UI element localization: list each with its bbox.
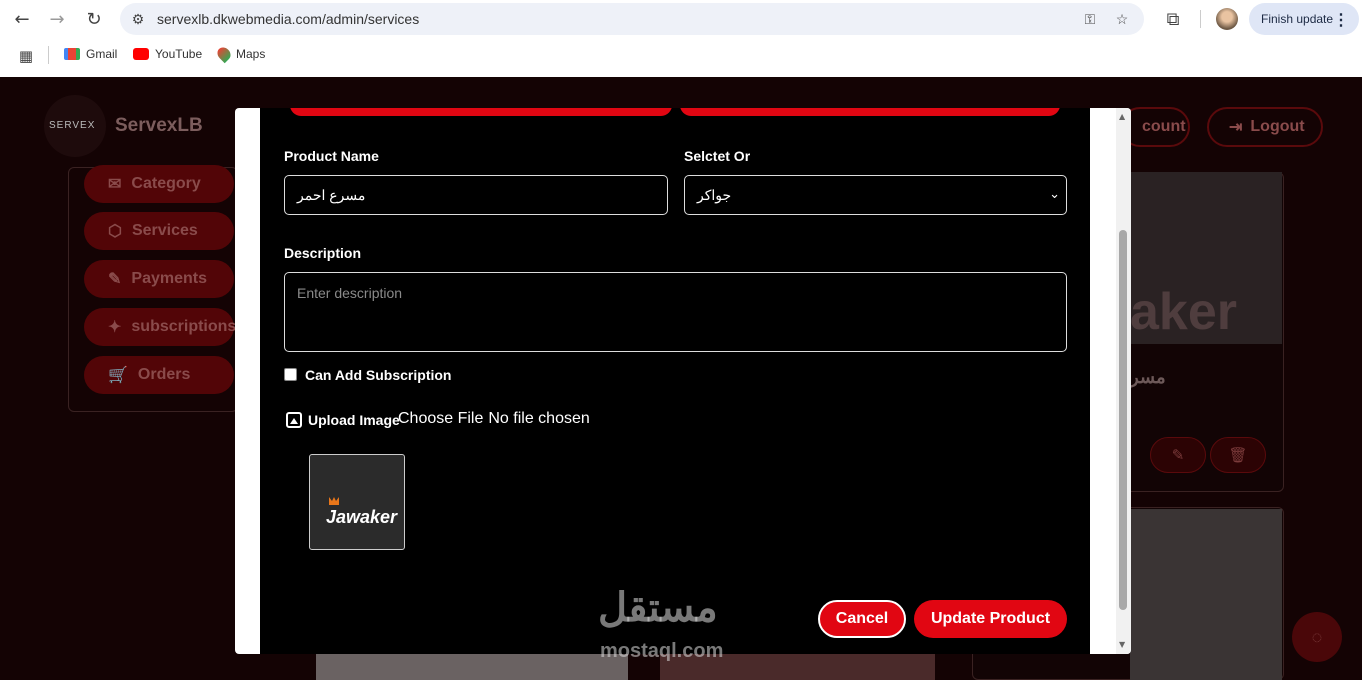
maps-icon [214,44,234,64]
modal-body: Product Name مسرع احمر Selctet Or جواكر … [260,108,1090,654]
bookmark-label: Gmail [86,47,118,61]
payments-icon: ✎ [108,271,122,288]
bookmark-star-icon[interactable]: ☆ [1114,11,1130,27]
card-title: مسر [1130,367,1166,387]
chat-icon: ◌ [1311,626,1323,647]
product-name-input[interactable]: مسرع احمر [284,175,668,215]
password-key-icon[interactable]: ⚿ [1082,11,1098,27]
apps-grid-icon[interactable]: ▦ [13,43,39,69]
bookmarks-divider [48,46,49,64]
scroll-up-icon[interactable]: ▲ [1119,112,1125,121]
bookmark-gmail[interactable]: Gmail [64,47,117,61]
description-input[interactable]: Enter description [284,272,1067,352]
more-menu-icon[interactable]: ⋮ [1333,10,1349,30]
red-tab-left[interactable] [290,108,672,116]
logout-label: Logout [1250,118,1305,135]
sidebar-item-services[interactable]: ⬡ Services [84,212,234,250]
chat-button[interactable]: ◌ [1292,612,1342,662]
subscription-label: Can Add Subscription [305,367,452,383]
edit-button[interactable]: ✎ [1150,437,1206,473]
sidebar-item-label: Services [131,222,198,239]
upload-image-label: Upload Image [308,412,400,428]
scroll-thumb[interactable] [1119,230,1127,610]
watermark-arabic: مستقل [598,586,718,630]
cancel-button[interactable]: Cancel [818,600,906,638]
youtube-icon [133,48,149,60]
delete-button[interactable]: 🗑 [1210,437,1266,473]
reload-icon[interactable]: ↻ [81,6,107,32]
pencil-icon: ✎ [1171,447,1185,464]
cart-icon: 🛒 [108,367,128,384]
category-select[interactable]: جواكر ⌄ [684,175,1067,215]
sidebar-item-label: Category [131,175,201,192]
chevron-down-icon: ⌄ [1049,187,1060,202]
browser-chrome: ← → ↻ ⚙ servexlb.dkwebmedia.com/admin/se… [0,0,1362,77]
bookmark-maps[interactable]: Maps [214,44,266,64]
sidebar-item-label: subscriptions [131,318,237,335]
crown-icon [329,497,339,505]
no-file-text: No file chosen [488,410,590,427]
site-settings-icon[interactable]: ⚙ [130,11,146,27]
bottom-card-1 [316,652,628,680]
sparkle-icon: ✦ [108,319,122,336]
product-thumbnail: Jawaker [309,454,405,550]
bookmark-youtube[interactable]: YouTube [133,47,202,61]
sidebar-item-label: Payments [131,270,207,287]
edit-product-modal: Product Name مسرع احمر Selctet Or جواكر … [235,108,1131,654]
sidebar-item-payments[interactable]: ✎ Payments [84,260,234,298]
finish-update-button[interactable]: Finish update ⋮ [1249,3,1359,35]
back-arrow-icon[interactable]: ← [9,6,35,32]
account-label: count [1142,118,1186,135]
watermark-latin: mostaql.com [600,640,724,662]
address-bar[interactable]: ⚙ servexlb.dkwebmedia.com/admin/services… [120,3,1144,35]
toolbar-divider [1200,10,1201,28]
thumbnail-text: Jawaker [326,507,398,527]
brand-name: ServexLB [115,115,203,136]
description-placeholder: Enter description [297,285,403,301]
bookmark-label: YouTube [155,47,203,61]
url-text: servexlb.dkwebmedia.com/admin/services [157,11,420,27]
sidebar-item-label: Orders [137,366,191,383]
file-input[interactable]: Choose File No file chosen [398,410,590,428]
cancel-label: Cancel [835,610,889,627]
image-icon [286,412,302,428]
select-label: Selctet Or [684,148,751,164]
product-name-label: Product Name [284,148,379,164]
red-tab-right[interactable] [680,108,1060,116]
scroll-down-icon[interactable]: ▼ [1119,640,1125,649]
sidebar-item-category[interactable]: ✉ Category [84,165,234,203]
bookmark-label: Maps [236,47,266,61]
modal-scrollbar[interactable]: ▲ ▼ [1116,108,1131,654]
profile-avatar[interactable] [1216,8,1238,30]
box-icon: ⬡ [108,223,122,240]
category-icon: ✉ [108,176,122,193]
trash-icon: 🗑 [1228,447,1248,464]
extensions-icon[interactable]: ⧉ [1160,6,1186,32]
logo-text: SERVEX [49,120,96,131]
card-image-text: aker [1130,283,1237,341]
forward-arrow-icon[interactable]: → [44,6,70,32]
logout-button[interactable]: ⇥ Logout [1207,107,1323,147]
gmail-icon [64,48,80,60]
description-label: Description [284,245,362,261]
card-image-2 [1130,509,1282,680]
finish-update-label: Finish update [1261,12,1334,26]
logout-icon: ⇥ [1229,119,1243,136]
update-product-button[interactable]: Update Product [914,600,1067,638]
sidebar-item-orders[interactable]: 🛒 Orders [84,356,234,394]
product-name-value: مسرع احمر [297,186,366,203]
select-value: جواكر [697,186,732,203]
subscription-checkbox[interactable] [284,368,297,381]
card-image: aker [1130,172,1282,344]
update-label: Update Product [930,610,1051,627]
sidebar-item-subscriptions[interactable]: ✦ subscriptions [84,308,237,346]
choose-file-button[interactable]: Choose File [398,410,483,428]
